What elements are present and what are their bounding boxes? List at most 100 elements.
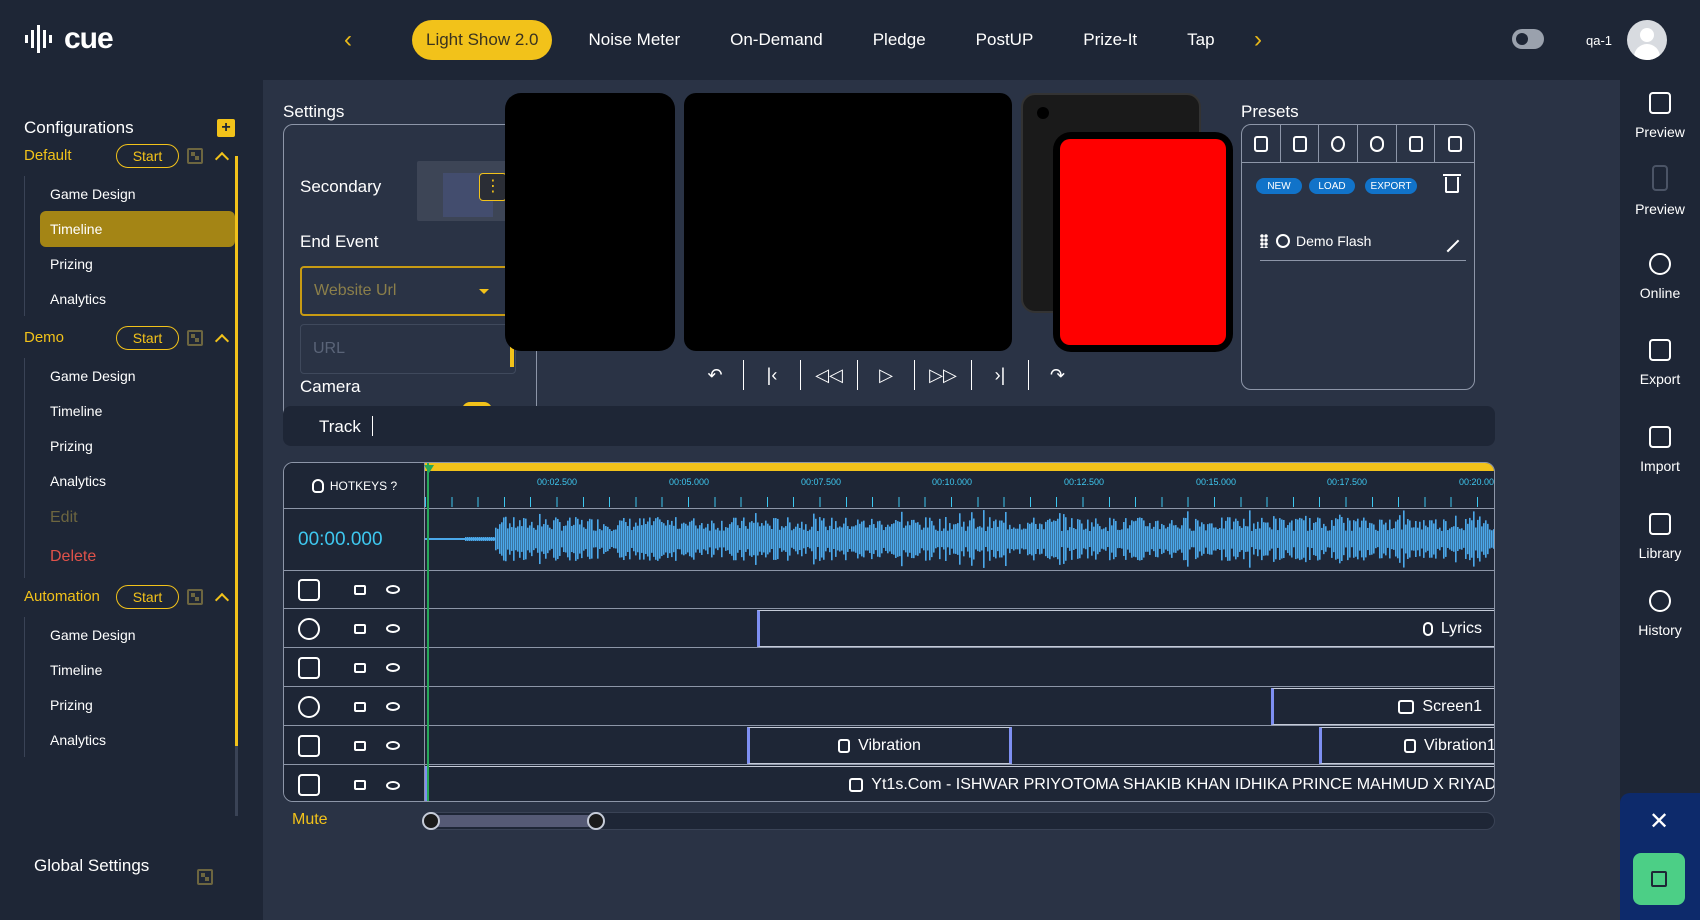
demo-collapse-icon[interactable] (214, 333, 230, 349)
default-game-design[interactable]: Game Design (40, 176, 235, 212)
hotkeys-button[interactable]: HOTKEYS ? (284, 463, 425, 509)
play-icon[interactable]: ▷ (858, 360, 915, 390)
eye-icon[interactable] (386, 741, 400, 750)
global-settings[interactable]: Global Settings (34, 856, 149, 876)
preset-tab-flash[interactable] (1242, 125, 1281, 163)
tab-tap[interactable]: Tap (1173, 20, 1228, 60)
global-settings-qr-icon[interactable] (197, 869, 213, 885)
library-button[interactable]: Library (1620, 513, 1700, 561)
default-timeline[interactable]: Timeline (40, 211, 235, 247)
eye-icon[interactable] (386, 702, 400, 711)
lane-vibration[interactable]: Vibration Vibration1 (425, 727, 1494, 765)
eye-icon[interactable] (386, 663, 400, 672)
lyrics-clip[interactable]: Lyrics (757, 610, 1494, 647)
track-bar[interactable]: Track (283, 406, 1495, 446)
tab-postup[interactable]: PostUP (962, 20, 1048, 60)
group-automation-label[interactable]: Automation (24, 588, 100, 605)
tab-pledge[interactable]: Pledge (859, 20, 940, 60)
stop-button[interactable] (1633, 853, 1685, 905)
redo-icon[interactable]: ↷ (1029, 360, 1086, 390)
vibration1-clip[interactable]: Vibration1 (1319, 727, 1494, 764)
default-qr-icon[interactable] (187, 148, 203, 164)
demo-start-button[interactable]: Start (116, 326, 179, 350)
default-start-button[interactable]: Start (116, 144, 179, 168)
pencil-icon[interactable] (1436, 229, 1460, 253)
mute-button[interactable]: Mute (292, 811, 328, 829)
playhead[interactable] (424, 463, 434, 801)
automation-prizing[interactable]: Prizing (40, 687, 235, 723)
zoom-end-handle[interactable] (587, 812, 605, 830)
eye-icon[interactable] (386, 780, 400, 790)
export-button[interactable]: Export (1620, 339, 1700, 387)
lock-icon[interactable] (354, 662, 366, 673)
time-ruler[interactable]: 00:02.500 00:05.000 00:07.500 00:10.000 … (425, 471, 1494, 509)
sidebar-scroll-thumb[interactable] (235, 156, 238, 746)
history-button[interactable]: History (1620, 590, 1700, 638)
screen-clip[interactable]: Screen1 (1271, 688, 1494, 725)
automation-collapse-icon[interactable] (214, 592, 230, 608)
url-input[interactable]: URL (300, 324, 516, 374)
timeline-tracks[interactable]: 00:02.500 00:05.000 00:07.500 00:10.000 … (424, 463, 1494, 801)
demo-timeline[interactable]: Timeline (40, 393, 235, 429)
lock-icon[interactable] (354, 780, 366, 790)
drag-handle-icon[interactable] (1260, 233, 1268, 248)
lock-icon[interactable] (354, 623, 366, 634)
lock-icon[interactable] (354, 701, 366, 712)
preset-new-button[interactable]: NEW (1256, 178, 1302, 194)
avatar[interactable] (1627, 20, 1667, 60)
tab-on-demand[interactable]: On-Demand (716, 20, 837, 60)
theme-toggle-icon[interactable] (1512, 29, 1544, 49)
automation-timeline[interactable]: Timeline (40, 652, 235, 688)
fast-forward-icon[interactable]: ▷▷ (915, 360, 972, 390)
vibration-clip[interactable]: Vibration (747, 727, 1012, 764)
preset-item[interactable]: Demo Flash (1260, 221, 1466, 261)
group-default-label[interactable]: Default (24, 147, 72, 164)
cue-logo[interactable]: cue (24, 22, 114, 56)
tab-noise-meter[interactable]: Noise Meter (574, 20, 694, 60)
lane-music[interactable]: Yt1s.Com - ISHWAR PRIYOTOMA SHAKIB KHAN … (425, 766, 1494, 801)
skip-end-icon[interactable]: ›| (972, 360, 1029, 390)
demo-prizing[interactable]: Prizing (40, 428, 235, 464)
group-demo-label[interactable]: Demo (24, 329, 64, 346)
audio-clip[interactable]: Yt1s.Com - ISHWAR PRIYOTOMA SHAKIB KHAN … (425, 766, 1494, 801)
lane-screen[interactable] (425, 649, 1494, 687)
demo-qr-icon[interactable] (187, 330, 203, 346)
tab-light-show[interactable]: Light Show 2.0 (412, 20, 553, 60)
lane-microphone[interactable]: Lyrics (425, 610, 1494, 648)
demo-analytics[interactable]: Analytics (40, 463, 235, 499)
eye-icon[interactable] (386, 624, 400, 633)
lock-icon[interactable] (354, 740, 366, 751)
preset-tab-vibration[interactable] (1281, 125, 1320, 163)
preview-mobile-button[interactable]: Preview (1620, 165, 1700, 217)
automation-start-button[interactable]: Start (116, 585, 179, 609)
rewind-icon[interactable]: ◁◁ (801, 360, 858, 390)
automation-game-design[interactable]: Game Design (40, 617, 235, 653)
default-analytics[interactable]: Analytics (40, 281, 235, 317)
tabs-prev-chevron-icon[interactable]: ‹ (338, 26, 358, 53)
tabs-next-chevron-icon[interactable]: › (1248, 26, 1268, 53)
undo-icon[interactable]: ↶ (687, 360, 744, 390)
trash-icon[interactable] (1443, 174, 1461, 193)
audio-waveform-row[interactable] (425, 509, 1494, 571)
preview-button[interactable]: Preview (1620, 92, 1700, 140)
timeline-progress[interactable] (425, 463, 1494, 471)
lane-color[interactable]: Screen1 (425, 688, 1494, 726)
lane-flash[interactable] (425, 571, 1494, 609)
preset-tab-color[interactable] (1319, 125, 1359, 163)
demo-delete[interactable]: Delete (40, 539, 235, 575)
tab-prize-it[interactable]: Prize-It (1069, 20, 1151, 60)
import-button[interactable]: Import (1620, 426, 1700, 474)
skip-start-icon[interactable]: |‹ (744, 360, 801, 390)
online-button[interactable]: Online (1620, 253, 1700, 301)
close-icon[interactable]: ✕ (1649, 807, 1669, 836)
playhead-handle[interactable] (424, 465, 434, 473)
automation-qr-icon[interactable] (187, 589, 203, 605)
automation-analytics[interactable]: Analytics (40, 722, 235, 758)
demo-edit[interactable]: Edit (40, 500, 235, 536)
default-collapse-icon[interactable] (214, 151, 230, 167)
lock-icon[interactable] (354, 584, 366, 595)
zoom-start-handle[interactable] (422, 812, 440, 830)
zoom-slider[interactable] (422, 812, 1495, 830)
thumbnail-menu-icon[interactable]: ⋮ (479, 173, 507, 201)
add-configuration-button[interactable]: + (217, 119, 235, 137)
